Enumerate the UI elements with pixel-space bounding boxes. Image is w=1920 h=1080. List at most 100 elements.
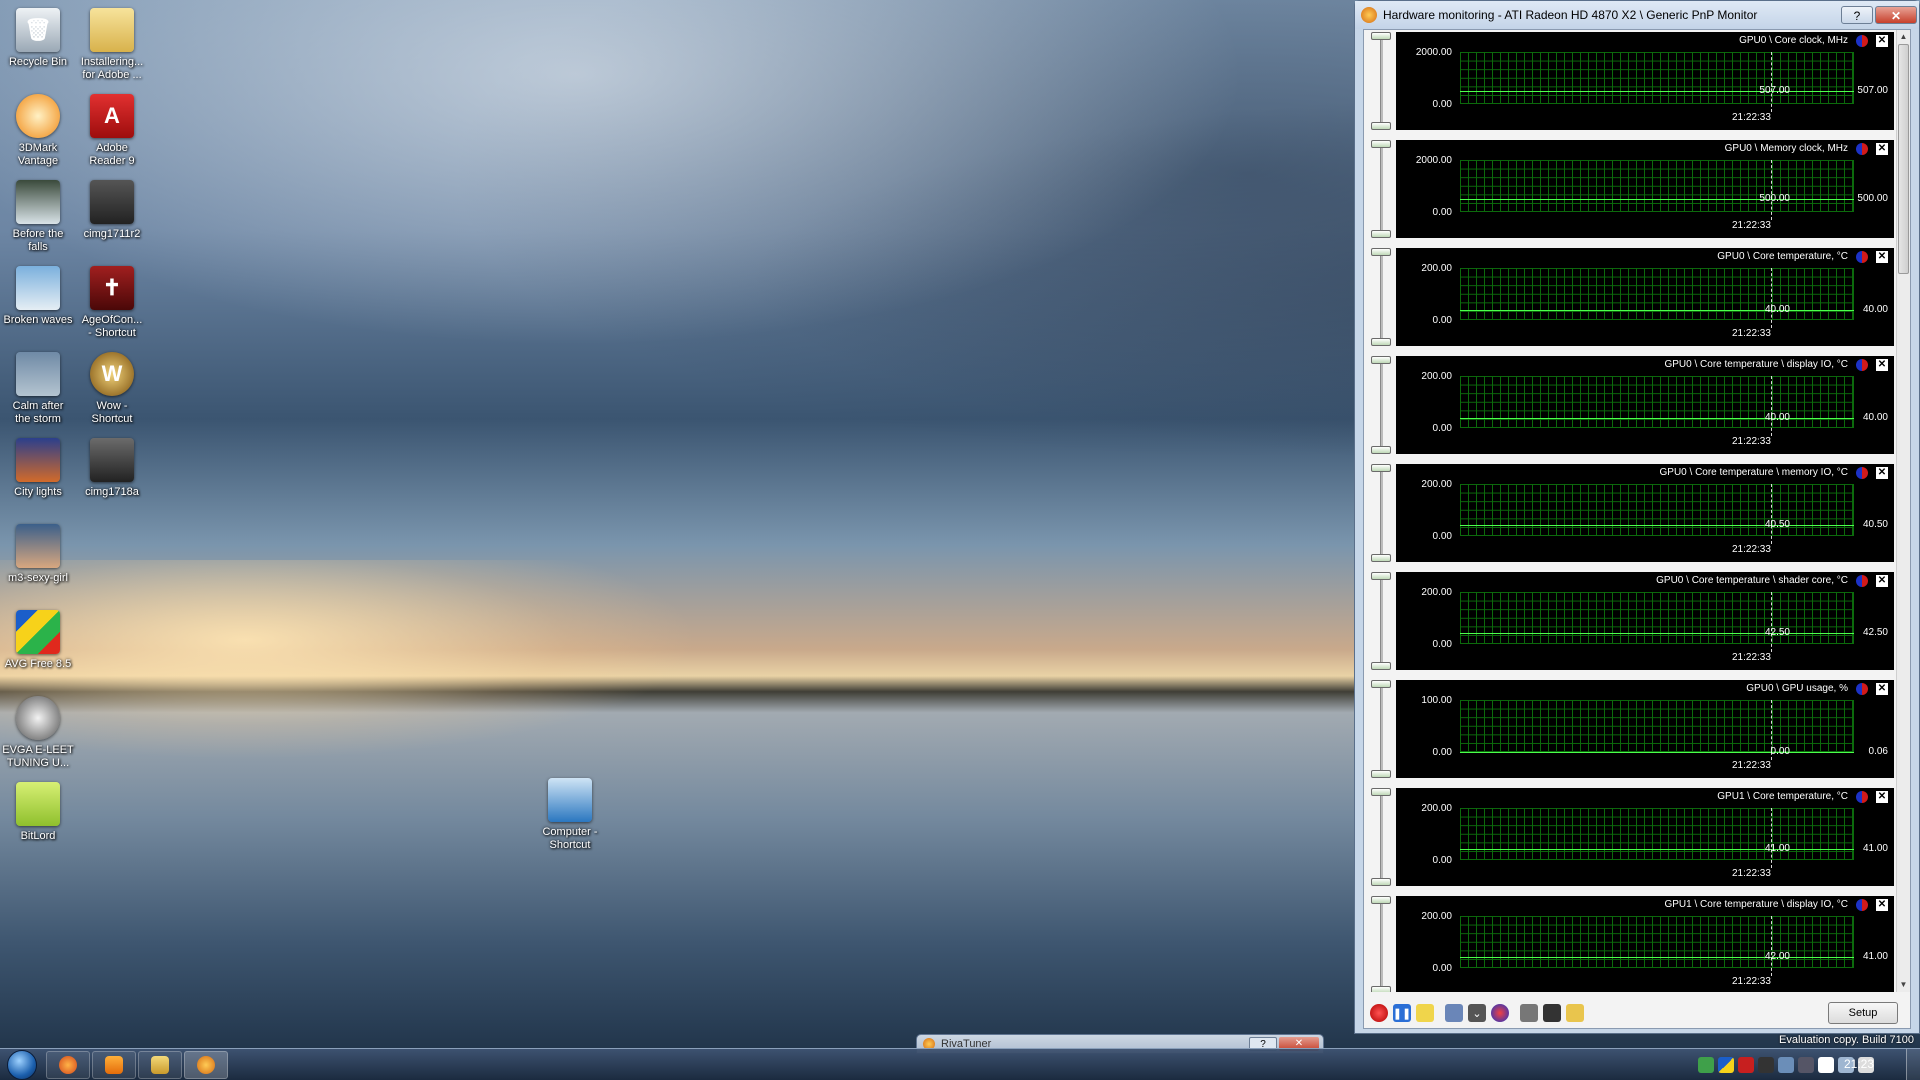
help-button[interactable]: ?	[1841, 6, 1873, 24]
graph-close-icon[interactable]: ✕	[1876, 359, 1888, 371]
desktop-icon-computer-shortcut[interactable]: Computer - Shortcut	[534, 778, 606, 852]
graph-canvas[interactable]: GPU0 \ Core clock, MHz ✕ 2000.00 0.00 507.00…	[1396, 32, 1894, 130]
desktop-icon-adobe-reader[interactable]: A Adobe Reader 9	[76, 94, 148, 168]
filter-icon[interactable]: ⌄	[1468, 1004, 1486, 1022]
slider-bottom-handle[interactable]	[1371, 986, 1391, 992]
window-titlebar[interactable]: Hardware monitoring - ATI Radeon HD 4870…	[1355, 1, 1919, 29]
graph-properties-icon[interactable]	[1856, 359, 1868, 371]
slider-bottom-handle[interactable]	[1371, 770, 1391, 778]
show-desktop-button[interactable]	[1906, 1049, 1920, 1080]
graph-canvas[interactable]: GPU0 \ GPU usage, % ✕ 100.00 0.00 0.00 0.06 21…	[1396, 680, 1894, 778]
desktop-icon-3dmark[interactable]: 3DMark Vantage	[2, 94, 74, 168]
pause-icon[interactable]: ❚❚	[1393, 1004, 1411, 1022]
graph-canvas[interactable]: GPU0 \ Core temperature \ memory IO, °C ✕…	[1396, 464, 1894, 562]
desktop-icon-calm-after-the-storm[interactable]: Calm after the storm	[2, 352, 74, 426]
slider-bottom-handle[interactable]	[1371, 122, 1391, 130]
desktop-icon-recycle-bin[interactable]: 🗑 Recycle Bin	[2, 8, 74, 69]
scrollbar-thumb[interactable]	[1898, 44, 1909, 274]
desktop-icon-cimg1718a[interactable]: cimg1718a	[76, 438, 148, 499]
setup-button[interactable]: Setup	[1828, 1002, 1898, 1024]
graph-properties-icon[interactable]	[1856, 575, 1868, 587]
graph-close-icon[interactable]: ✕	[1876, 899, 1888, 911]
desktop-icon-m3-sexy-girl[interactable]: m3-sexy-girl	[2, 524, 74, 585]
graph-height-slider[interactable]	[1370, 140, 1392, 240]
graph-close-icon[interactable]: ✕	[1876, 251, 1888, 263]
scroll-up-arrow-icon[interactable]: ▲	[1897, 30, 1910, 44]
graph-properties-icon[interactable]	[1856, 683, 1868, 695]
slider-top-handle[interactable]	[1371, 356, 1391, 364]
taskbar-explorer[interactable]	[138, 1050, 182, 1079]
graph-close-icon[interactable]: ✕	[1876, 35, 1888, 47]
start-button[interactable]	[0, 1049, 44, 1080]
graph-canvas[interactable]: GPU0 \ Core temperature \ display IO, °C…	[1396, 356, 1894, 454]
slider-top-handle[interactable]	[1371, 140, 1391, 148]
tray-device-icon[interactable]	[1798, 1057, 1814, 1073]
desktop-icon-installer-folder[interactable]: Installering... for Adobe ...	[76, 8, 148, 82]
slider-bottom-handle[interactable]	[1371, 662, 1391, 670]
graph-height-slider[interactable]	[1370, 896, 1392, 992]
slider-top-handle[interactable]	[1371, 788, 1391, 796]
graph-close-icon[interactable]: ✕	[1876, 467, 1888, 479]
graph-close-icon[interactable]: ✕	[1876, 683, 1888, 695]
save-icon[interactable]	[1543, 1004, 1561, 1022]
taskbar-firefox[interactable]	[46, 1050, 90, 1079]
graph-canvas[interactable]: GPU1 \ Core temperature \ display IO, °C…	[1396, 896, 1894, 992]
slider-top-handle[interactable]	[1371, 680, 1391, 688]
slider-top-handle[interactable]	[1371, 896, 1391, 904]
tray-display-icon[interactable]	[1758, 1057, 1774, 1073]
slider-bottom-handle[interactable]	[1371, 230, 1391, 238]
desktop-icon-before-the-falls[interactable]: Before the falls	[2, 180, 74, 254]
desktop-icon-cimg1711r2[interactable]: cimg1711r2	[76, 180, 148, 241]
ati-icon[interactable]	[1491, 1004, 1509, 1022]
slider-bottom-handle[interactable]	[1371, 878, 1391, 886]
slider-bottom-handle[interactable]	[1371, 554, 1391, 562]
desktop-icon-wow[interactable]: W Wow - Shortcut	[76, 352, 148, 426]
graph-canvas[interactable]: GPU0 \ Memory clock, MHz ✕ 2000.00 0.00 500.…	[1396, 140, 1894, 238]
graph-height-slider[interactable]	[1370, 680, 1392, 780]
graph-close-icon[interactable]: ✕	[1876, 791, 1888, 803]
graph-height-slider[interactable]	[1370, 248, 1392, 348]
graph-properties-icon[interactable]	[1856, 899, 1868, 911]
wand-icon[interactable]	[1416, 1004, 1434, 1022]
slider-top-handle[interactable]	[1371, 464, 1391, 472]
folder-icon[interactable]	[1566, 1004, 1584, 1022]
graph-height-slider[interactable]	[1370, 32, 1392, 132]
graph-properties-icon[interactable]	[1856, 251, 1868, 263]
tray-monitor-icon[interactable]	[1778, 1057, 1794, 1073]
desktop-icon-broken-waves[interactable]: Broken waves	[2, 266, 74, 327]
graph-properties-icon[interactable]	[1856, 467, 1868, 479]
scroll-down-arrow-icon[interactable]: ▼	[1897, 978, 1910, 992]
taskbar-media-player[interactable]	[92, 1050, 136, 1079]
close-button[interactable]: ✕	[1875, 6, 1917, 24]
graph-height-slider[interactable]	[1370, 572, 1392, 672]
taskbar-clock[interactable]: 21:23	[1844, 1057, 1874, 1071]
graph-canvas[interactable]: GPU0 \ Core temperature \ shader core, °…	[1396, 572, 1894, 670]
graph-close-icon[interactable]: ✕	[1876, 575, 1888, 587]
slider-top-handle[interactable]	[1371, 248, 1391, 256]
graph-canvas[interactable]: GPU1 \ Core temperature, °C ✕ 200.00 0.00 41…	[1396, 788, 1894, 886]
graph-height-slider[interactable]	[1370, 464, 1392, 564]
graph-height-slider[interactable]	[1370, 788, 1392, 888]
graph-properties-icon[interactable]	[1856, 791, 1868, 803]
graph-properties-icon[interactable]	[1856, 35, 1868, 47]
graph-canvas[interactable]: GPU0 \ Core temperature, °C ✕ 200.00 0.00 40…	[1396, 248, 1894, 346]
graph-height-slider[interactable]	[1370, 356, 1392, 456]
taskbar-rivatuner[interactable]	[184, 1050, 228, 1079]
graph-properties-icon[interactable]	[1856, 143, 1868, 155]
record-icon[interactable]	[1370, 1004, 1388, 1022]
print-icon[interactable]	[1520, 1004, 1538, 1022]
windows-icon[interactable]	[1445, 1004, 1463, 1022]
desktop-icon-city-lights[interactable]: City lights	[2, 438, 74, 499]
tray-action-center-flag-icon[interactable]	[1818, 1057, 1834, 1073]
desktop-icon-evga-e-leet[interactable]: EVGA E-LEET TUNING U...	[2, 696, 74, 770]
slider-bottom-handle[interactable]	[1371, 446, 1391, 454]
graph-list-scrollbar[interactable]: ▲ ▼	[1896, 30, 1910, 992]
slider-bottom-handle[interactable]	[1371, 338, 1391, 346]
tray-avg-icon[interactable]	[1718, 1057, 1734, 1073]
tray-network-icon[interactable]	[1698, 1057, 1714, 1073]
slider-top-handle[interactable]	[1371, 32, 1391, 40]
slider-top-handle[interactable]	[1371, 572, 1391, 580]
graph-close-icon[interactable]: ✕	[1876, 143, 1888, 155]
tray-ati-icon[interactable]	[1738, 1057, 1754, 1073]
desktop-icon-bitlord[interactable]: BitLord	[2, 782, 74, 843]
